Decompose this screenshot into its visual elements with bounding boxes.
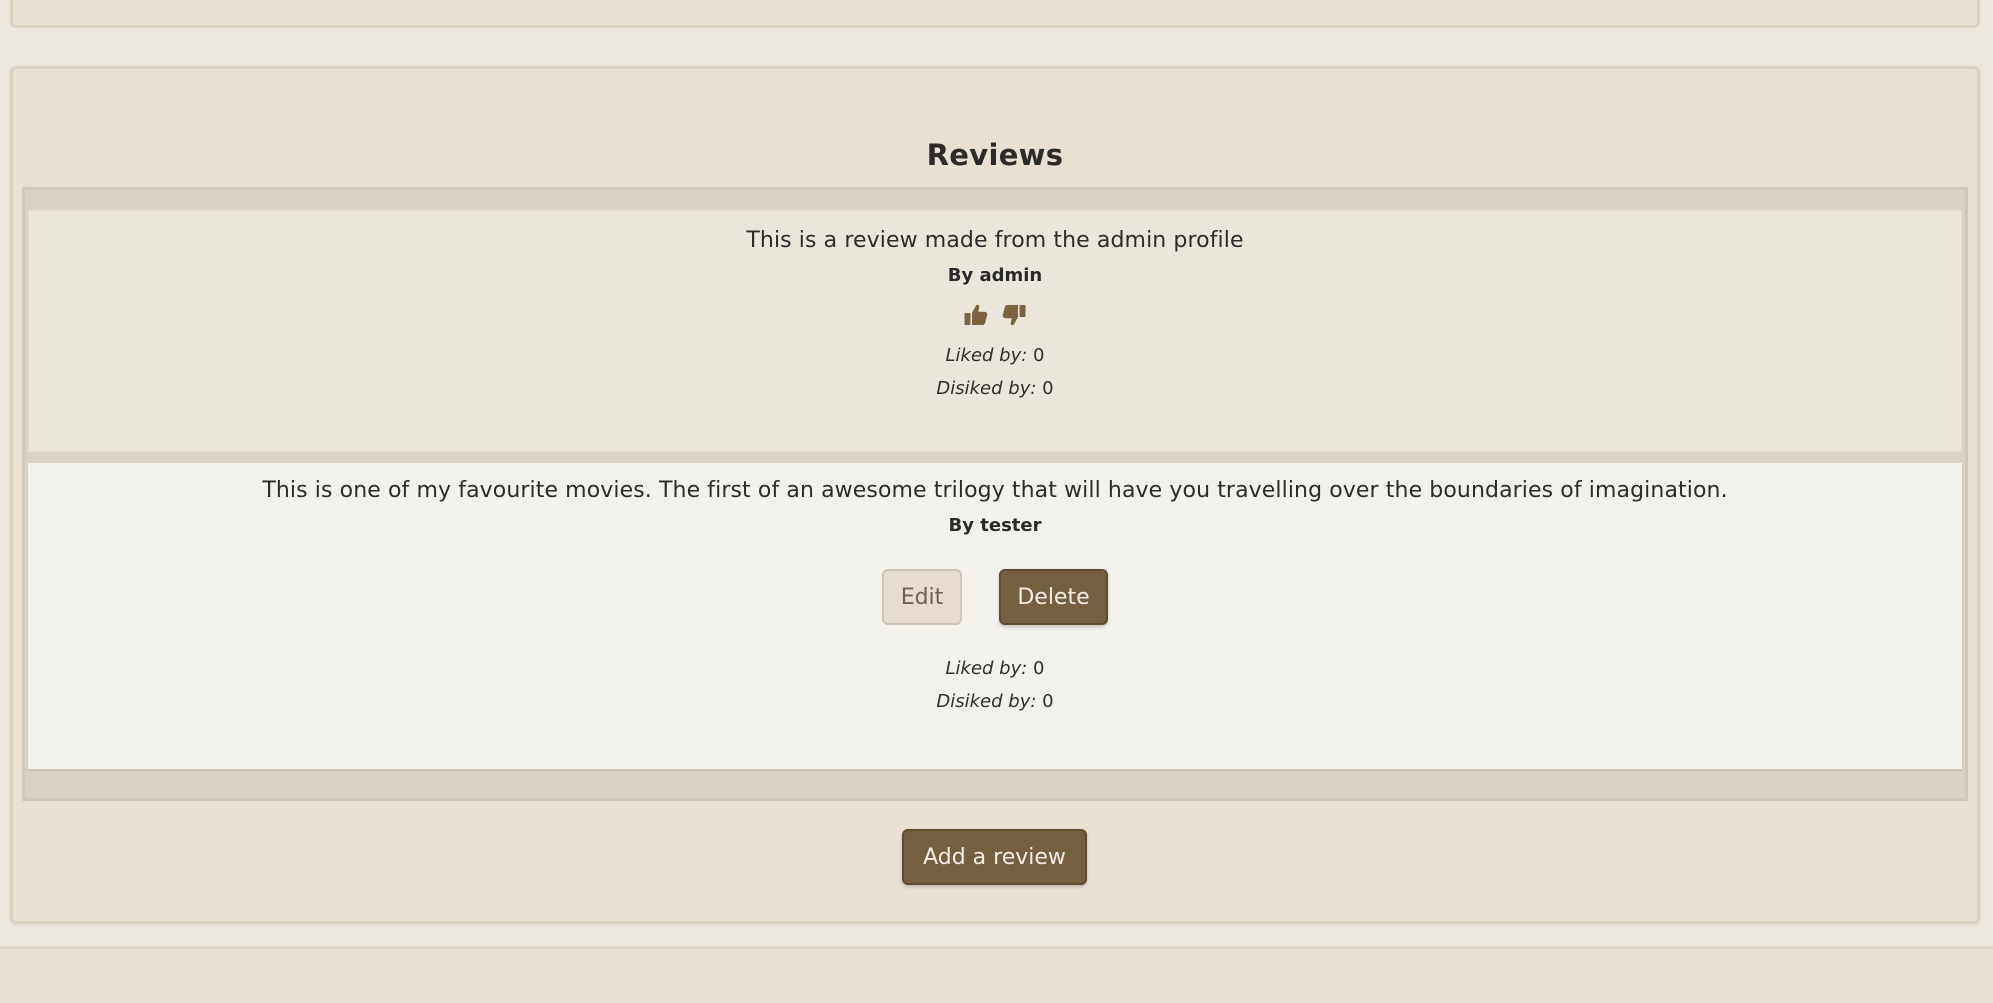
edit-review-button[interactable]: Edit [882,569,962,625]
add-review-button[interactable]: Add a review [902,829,1087,885]
review-text: This is one of my favourite movies. The … [262,478,1728,503]
reviews-list: This is a review made from the admin pro… [22,187,1968,801]
review-author: By admin [947,265,1043,286]
previous-section-card [10,0,1980,28]
disliked-by-count: 0 [1042,378,1054,399]
liked-by-stat: Liked by: 0 [28,658,1962,679]
liked-by-label: Liked by: [945,345,1028,366]
liked-by-count: 0 [1033,345,1045,366]
liked-by-label: Liked by: [945,658,1028,679]
page-footer [0,946,1993,1003]
reviews-heading: Reviews [926,138,1064,173]
disliked-by-label: Disiked by: [936,691,1037,712]
review-text: This is a review made from the admin pro… [746,228,1244,253]
thumbs-up-icon[interactable] [963,302,989,328]
review-item-admin: This is a review made from the admin pro… [28,210,1962,452]
liked-by-count: 0 [1033,658,1045,679]
reviews-section: Reviews This is a review made from the a… [10,66,1980,924]
review-item-tester: This is one of my favourite movies. The … [28,463,1962,769]
review-actions: Edit Delete [28,569,1962,625]
delete-review-button[interactable]: Delete [999,569,1108,625]
thumbs-down-icon[interactable] [1001,302,1027,328]
disliked-by-stat: Disiked by: 0 [28,691,1962,712]
disliked-by-label: Disiked by: [936,378,1037,399]
vote-buttons [28,302,1962,328]
review-author: By tester [948,515,1042,536]
liked-by-stat: Liked by: 0 [28,345,1962,366]
disliked-by-count: 0 [1042,691,1054,712]
disliked-by-stat: Disiked by: 0 [28,378,1962,399]
